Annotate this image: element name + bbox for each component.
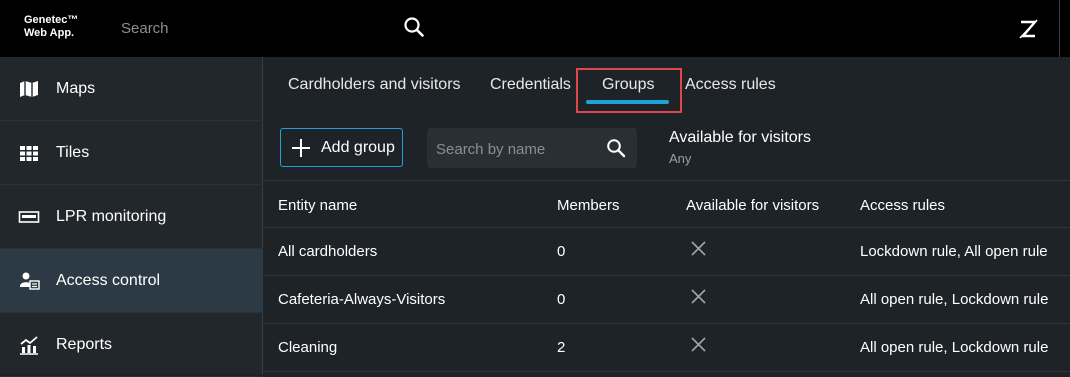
sidebar-item-reports[interactable]: Reports — [0, 313, 263, 377]
reports-chart-icon — [20, 335, 38, 355]
access-control-icon — [20, 272, 40, 290]
table-row[interactable]: Cleaning 2 All open rule, Lockdown rule — [264, 324, 1070, 372]
search-icon[interactable] — [606, 138, 626, 158]
column-header-members[interactable]: Members — [557, 197, 620, 214]
cell-entity-name: Cleaning — [278, 339, 338, 356]
close-x-icon — [691, 337, 706, 352]
filter-value: Any — [669, 151, 692, 166]
tab-groups[interactable]: Groups — [602, 76, 654, 94]
cell-entity-name: All cardholders — [278, 243, 378, 260]
tab-cardholders-and-visitors[interactable]: Cardholders and visitors — [288, 76, 461, 94]
close-x-icon — [691, 241, 706, 256]
sidebar-item-label: Tiles — [56, 143, 90, 161]
cell-entity-name: Cafeteria-Always-Visitors — [278, 291, 446, 308]
genetec-logo[interactable]: Genetec™ Web App. — [24, 14, 78, 40]
cell-members: 0 — [557, 243, 566, 260]
tiles-grid-icon — [20, 145, 38, 161]
map-icon — [20, 80, 38, 97]
sidebar-item-label: Reports — [56, 335, 113, 353]
search-by-name-input[interactable] — [436, 139, 596, 159]
table-header: Entity name Members Available for visito… — [264, 180, 1070, 228]
sidebar-item-tiles[interactable]: Tiles — [0, 121, 263, 185]
cell-members: 0 — [557, 291, 566, 308]
tab-access-rules[interactable]: Access rules — [685, 76, 776, 94]
sidebar-item-label: Access control — [56, 271, 161, 289]
filter-title: Available for visitors — [669, 129, 811, 146]
global-search-input[interactable] — [121, 18, 421, 38]
top-bar: Genetec™ Web App. — [0, 0, 1070, 57]
sidebar-item-access-control[interactable]: Access control — [0, 249, 263, 313]
sidebar-item-label: Maps — [56, 79, 96, 97]
plus-icon — [292, 139, 310, 157]
cell-access-rules: All open rule, Lockdown rule — [860, 339, 1049, 356]
sidebar-item-label: LPR monitoring — [56, 207, 167, 225]
close-x-icon — [691, 289, 706, 304]
column-header-entity-name[interactable]: Entity name — [278, 197, 357, 214]
column-header-available-for-visitors[interactable]: Available for visitors — [686, 197, 819, 214]
main-content: Cardholders and visitors Credentials Gro… — [264, 57, 1070, 374]
sidebar-item-maps[interactable]: Maps — [0, 57, 263, 121]
add-group-button[interactable]: Add group — [280, 128, 403, 167]
cell-members: 2 — [557, 339, 566, 356]
logo-line-1: Genetec™ — [24, 14, 79, 26]
table-row[interactable]: Cafeteria-Always-Visitors 0 All open rul… — [264, 276, 1070, 324]
sidebar: Maps Tiles LPR monitoring Access control — [0, 57, 263, 377]
column-header-access-rules[interactable]: Access rules — [860, 197, 945, 214]
cell-access-rules: All open rule, Lockdown rule — [860, 291, 1049, 308]
tab-credentials[interactable]: Credentials — [490, 76, 571, 94]
search-icon[interactable] — [403, 16, 425, 38]
topbar-divider — [1059, 0, 1060, 57]
available-for-visitors-filter[interactable]: Available for visitors Any — [669, 129, 811, 166]
license-plate-icon — [18, 210, 40, 223]
logo-line-2: Web App. — [24, 27, 75, 39]
table-row[interactable]: All cardholders 0 Lockdown rule, All ope… — [264, 228, 1070, 276]
cell-access-rules: Lockdown rule, All open rule — [860, 243, 1048, 260]
active-tab-indicator — [586, 100, 669, 104]
notifications-off-icon[interactable] — [1017, 18, 1039, 40]
search-by-name-box — [427, 128, 637, 168]
add-group-label: Add group — [321, 139, 395, 156]
sidebar-item-lpr-monitoring[interactable]: LPR monitoring — [0, 185, 263, 249]
